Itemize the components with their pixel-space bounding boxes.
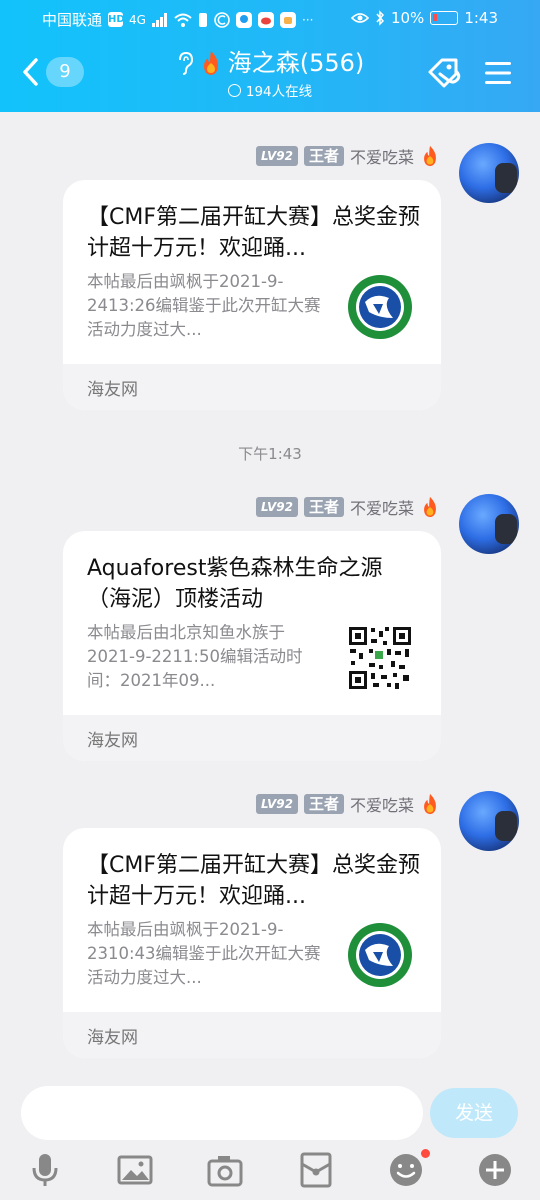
status-time: 1:43: [464, 9, 498, 27]
sim-icon: [198, 12, 207, 27]
menu-icon[interactable]: [484, 60, 512, 86]
level-badge: LV92: [255, 794, 298, 814]
rank-badge: 王者: [303, 497, 344, 517]
chat-title[interactable]: 海之森(556) 194人在线: [135, 46, 405, 100]
card-footer: 海友网: [63, 1012, 441, 1058]
level-badge: LV92: [255, 497, 298, 517]
fire-icon: [203, 51, 218, 75]
send-button[interactable]: 发送: [430, 1088, 518, 1138]
avatar[interactable]: [459, 143, 519, 203]
ear-icon: [178, 51, 193, 75]
card-title: Aquaforest紫色森林生命之源（海泥）顶楼活动: [87, 556, 383, 612]
title-row: 海之森(556): [135, 46, 405, 80]
status-left: 中国联通 HD 4G ···: [42, 9, 313, 30]
message-input[interactable]: [21, 1086, 423, 1140]
group-name: 海之森(556): [227, 49, 365, 77]
fire-icon: [424, 145, 436, 167]
card-source: 海友网: [87, 731, 138, 751]
eye-icon: [350, 13, 369, 23]
card-footer: 海友网: [63, 364, 441, 410]
app-bag-icon: [279, 11, 296, 28]
message-timestamp: 下午1:43: [238, 445, 302, 463]
bluetooth-icon: [376, 10, 384, 26]
nav-bar: 9 海之森(556) 194人在线: [0, 40, 540, 106]
plus-icon[interactable]: [477, 1152, 513, 1188]
link-card[interactable]: Aquaforest紫色森林生命之源（海泥）顶楼活动 本帖最后由北京知鱼水族于2…: [63, 531, 441, 761]
input-toolbar: [0, 1148, 540, 1200]
more-status-icon: ···: [301, 12, 314, 27]
card-source: 海友网: [87, 380, 138, 400]
image-icon[interactable]: [117, 1152, 153, 1188]
status-bar: 中国联通 HD 4G ··· 10% 1:43: [0, 7, 540, 31]
sender-meta: LV92 王者 不爱吃菜: [255, 495, 440, 519]
microphone-icon[interactable]: [27, 1152, 63, 1188]
camera-icon[interactable]: [207, 1152, 243, 1188]
sender-meta: LV92 王者 不爱吃菜: [255, 792, 440, 816]
fire-icon: [424, 793, 436, 815]
tag-link-icon[interactable]: [426, 56, 464, 92]
red-packet-icon[interactable]: [298, 1152, 334, 1188]
check-circle-icon: [227, 83, 241, 97]
app-c-icon: [214, 11, 230, 28]
online-status: 194人在线: [135, 80, 405, 100]
rank-badge: 王者: [303, 146, 344, 166]
avatar[interactable]: [459, 791, 519, 851]
card-title: 【CMF第二届开缸大赛】总奖金预计超十万元！欢迎踊...: [87, 853, 420, 909]
unread-count-badge: 9: [46, 57, 84, 87]
rank-badge: 王者: [303, 794, 344, 814]
card-source: 海友网: [87, 1028, 138, 1048]
link-card[interactable]: 【CMF第二届开缸大赛】总奖金预计超十万元！欢迎踊... 本帖最后由飒枫于202…: [63, 180, 441, 410]
card-description: 本帖最后由飒枫于2021-9-2413:26编辑鉴于此次开缸大赛活动力度过大..…: [87, 272, 321, 339]
back-chevron-icon: [23, 58, 38, 86]
sender-meta: LV92 王者 不爱吃菜: [255, 144, 440, 168]
hd-badge: HD: [108, 12, 125, 27]
back-button[interactable]: 9: [20, 52, 88, 92]
network-type-label: 4G: [129, 12, 146, 27]
sender-nickname[interactable]: 不爱吃菜: [350, 495, 414, 519]
battery-icon: [430, 11, 459, 25]
fish-logo-icon: [348, 275, 412, 339]
card-title: 【CMF第二届开缸大赛】总奖金预计超十万元！欢迎踊...: [87, 205, 420, 261]
status-right: 10% 1:43: [350, 9, 498, 27]
fire-icon: [424, 496, 436, 518]
signal-icon: [151, 12, 167, 27]
avatar[interactable]: [459, 494, 519, 554]
card-description: 本帖最后由飒枫于2021-9-2310:43编辑鉴于此次开缸大赛活动力度过大..…: [87, 920, 321, 987]
battery-percent: 10%: [390, 9, 425, 27]
carrier-label: 中国联通: [42, 11, 103, 29]
bulb-icon: [235, 11, 252, 28]
notification-dot: [421, 1149, 430, 1158]
card-footer: 海友网: [63, 715, 441, 761]
wifi-icon: [174, 13, 192, 27]
level-badge: LV92: [255, 146, 298, 166]
emoji-icon[interactable]: [388, 1152, 424, 1188]
chat-header: 中国联通 HD 4G ··· 10% 1:43 9 海之森(556) 194人在…: [0, 0, 540, 112]
card-description: 本帖最后由北京知鱼水族于2021-9-2211:50编辑活动时间：2021年09…: [87, 623, 303, 690]
weibo-icon: [257, 11, 274, 28]
sender-nickname[interactable]: 不爱吃菜: [350, 792, 414, 816]
fish-logo-icon: [348, 923, 412, 987]
link-card[interactable]: 【CMF第二届开缸大赛】总奖金预计超十万元！欢迎踊... 本帖最后由飒枫于202…: [63, 828, 441, 1058]
qr-code-icon: [347, 625, 413, 691]
online-count: 194人在线: [245, 84, 313, 100]
sender-nickname[interactable]: 不爱吃菜: [350, 144, 414, 168]
